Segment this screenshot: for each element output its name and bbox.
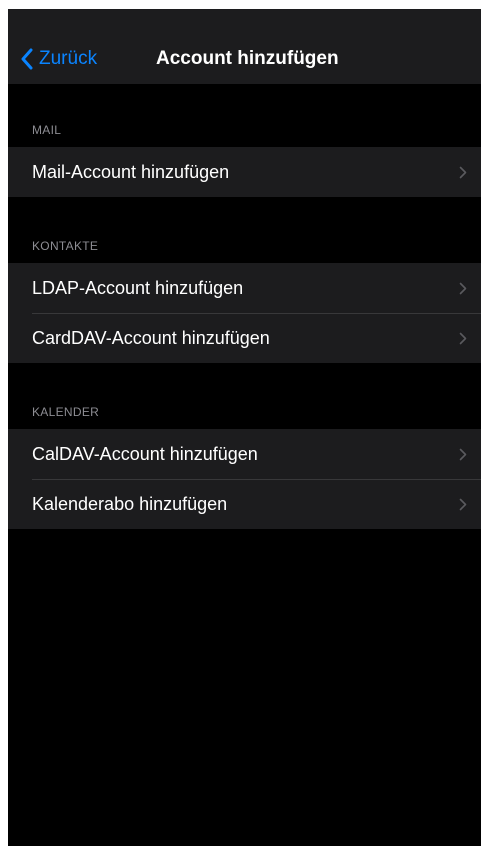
section-header-mail: MAIL: [32, 123, 62, 137]
row-calendar-subscription[interactable]: Kalenderabo hinzufügen: [8, 479, 481, 529]
row-label: CalDAV-Account hinzufügen: [32, 443, 258, 464]
row-mail-account[interactable]: Mail-Account hinzufügen: [8, 147, 481, 197]
page-title: Account hinzufügen: [156, 48, 339, 69]
chevron-right-icon: [459, 166, 467, 179]
back-button[interactable]: Zurück: [20, 45, 97, 73]
row-carddav-account[interactable]: CardDAV-Account hinzufügen: [8, 313, 481, 363]
chevron-left-icon: [21, 48, 33, 70]
row-caldav-account[interactable]: CalDAV-Account hinzufügen: [8, 429, 481, 479]
chevron-right-icon: [459, 332, 467, 345]
group-contacts: LDAP-Account hinzufügen CardDAV-Account …: [8, 263, 481, 363]
chevron-right-icon: [459, 282, 467, 295]
chevron-right-icon: [459, 448, 467, 461]
group-calendar: CalDAV-Account hinzufügen Kalenderabo hi…: [8, 429, 481, 529]
row-label: Mail-Account hinzufügen: [32, 161, 230, 182]
chevron-right-icon: [459, 498, 467, 511]
row-ldap-account[interactable]: LDAP-Account hinzufügen: [8, 263, 481, 313]
section-header-calendar: KALENDER: [32, 405, 100, 419]
section-header-contacts: KONTAKTE: [32, 239, 99, 253]
row-label: CardDAV-Account hinzufügen: [32, 327, 270, 348]
row-label: LDAP-Account hinzufügen: [32, 277, 244, 298]
settings-screen: Zurück Account hinzufügen MAIL Mail-Acco…: [8, 9, 481, 846]
navigation-bar: Zurück Account hinzufügen: [8, 9, 481, 84]
row-label: Kalenderabo hinzufügen: [32, 493, 228, 514]
back-button-label: Zurück: [39, 48, 98, 69]
group-mail: Mail-Account hinzufügen: [8, 147, 481, 197]
